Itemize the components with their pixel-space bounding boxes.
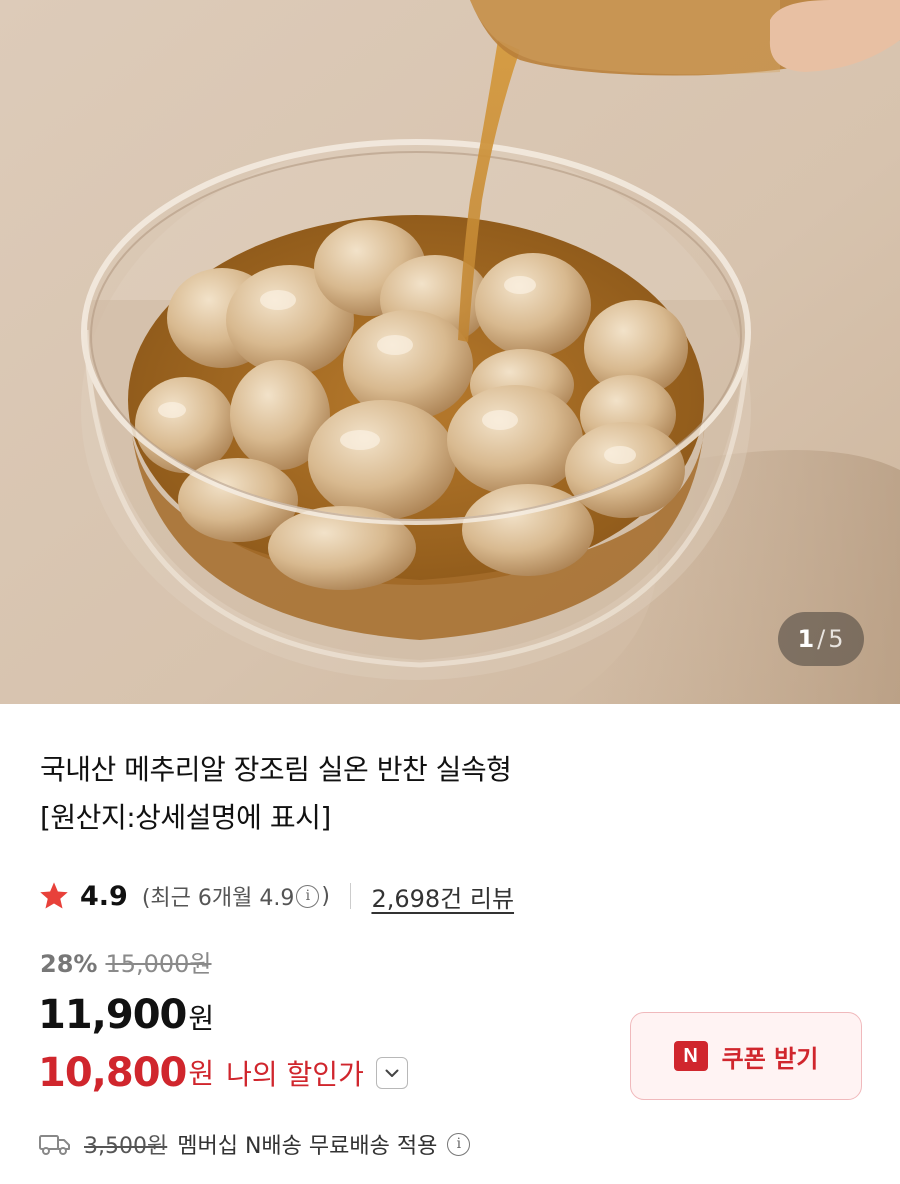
rating-recent-close: ) [321,883,330,909]
discount-rate: 28% [40,950,98,978]
price-detail-toggle[interactable] [375,1057,408,1089]
star-icon [40,882,68,909]
my-discount-price: 10,800 원 나의 할인가 [38,1050,408,1096]
chevron-down-icon [385,1069,399,1077]
truck-icon [39,1135,70,1155]
original-shipping-fee: 3,500원 [84,1134,168,1159]
sale-price-number: 11,900 [38,992,187,1038]
image-counter: 1 / 5 [778,612,864,666]
sale-price-unit: 원 [188,1002,215,1035]
get-coupon-button[interactable]: N 쿠폰 받기 [630,1012,862,1100]
my-price-label: 나의 할인가 [226,1058,364,1091]
image-counter-total: 5 [828,625,845,653]
my-price-unit: 원 [188,1057,215,1090]
info-icon[interactable]: i [296,884,320,908]
image-counter-current: 1 [797,625,816,653]
naver-n-icon: N [673,1041,708,1071]
review-count-link[interactable]: 2,698건 리뷰 [371,879,514,914]
rating-recent: (최근 6개월 4.9 i ) [142,880,330,912]
product-image-gallery[interactable]: 1 / 5 [0,0,900,704]
rating-score: 4.9 [80,880,128,912]
product-title: 국내산 메추리알 장조림 실온 반찬 실속형 [원산지:상세설명에 표시] [40,746,860,842]
rating-row: 4.9 (최근 6개월 4.9 i ) 2,698건 리뷰 [38,876,514,916]
product-title-line2: [원산지:상세설명에 표시] [40,801,331,834]
shipping-info-icon[interactable]: i [447,1132,471,1156]
coupon-button-label: 쿠폰 받기 [721,1044,819,1073]
original-price: 15,000원 [105,950,212,978]
original-price-row: 28% 15,000원 [40,944,212,979]
product-image [0,0,900,704]
rating-divider [349,883,352,909]
product-title-line1: 국내산 메추리알 장조림 실온 반찬 실속형 [40,753,512,786]
rating-recent-text: (최근 6개월 4.9 [141,886,295,911]
sale-price: 11,900 원 [38,992,214,1038]
shipping-row: 3,500원 멤버십 N배송 무료배송 적용 i [38,1128,472,1160]
image-counter-separator: / [817,625,827,653]
shipping-benefit-text: 멤버십 N배송 무료배송 적용 [177,1134,438,1159]
my-price-number: 10,800 [38,1050,187,1096]
